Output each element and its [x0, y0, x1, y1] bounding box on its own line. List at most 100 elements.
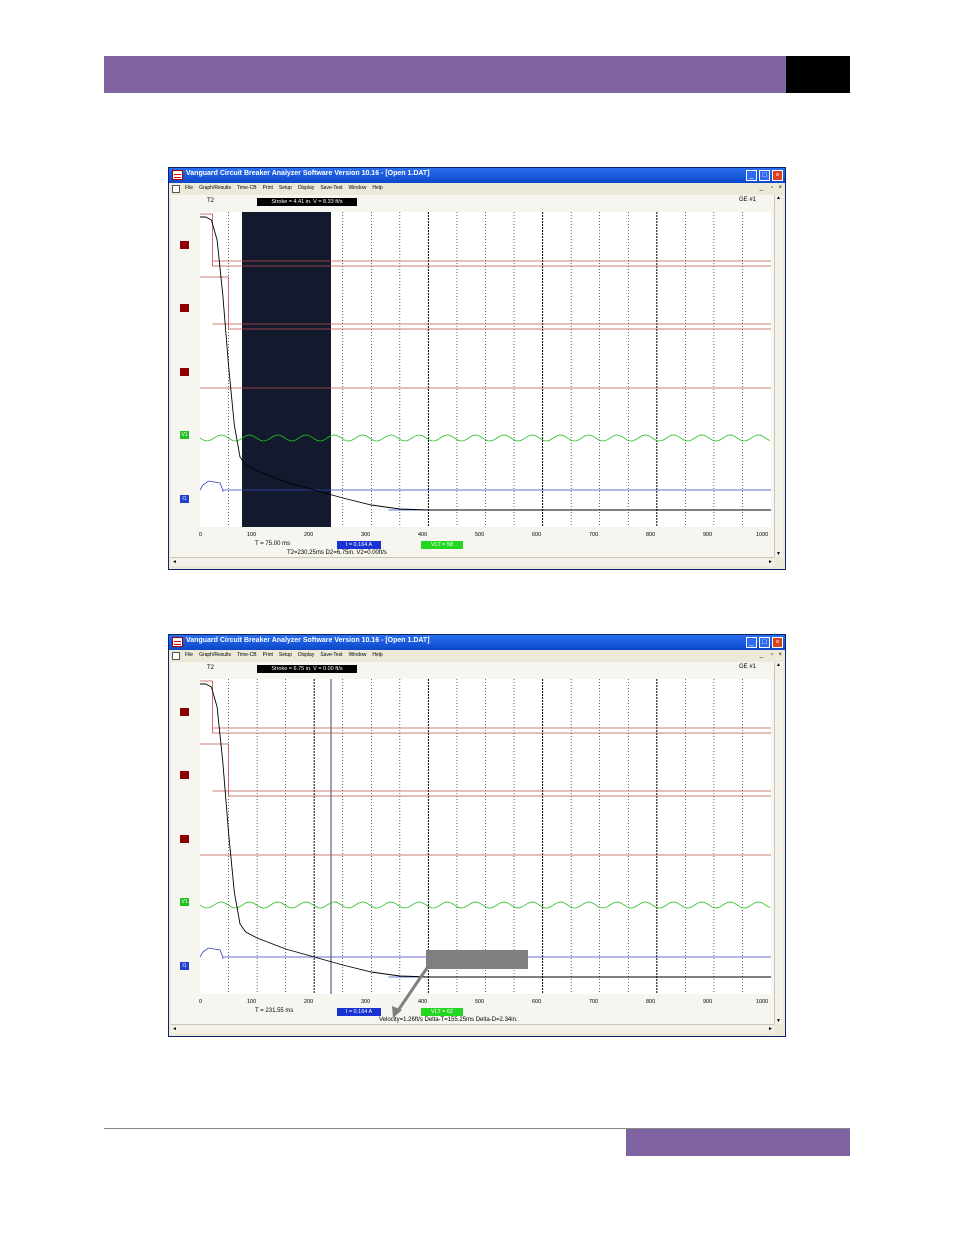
mdi-restore-icon[interactable]: ▫	[771, 185, 773, 191]
mdi-restore-icon[interactable]: ▫	[771, 652, 773, 658]
tick-label: 600	[532, 999, 542, 1005]
tick-label: 0	[199, 532, 203, 538]
mdi-minimize-icon[interactable]: _	[760, 652, 763, 658]
menu-graph-results[interactable]: Graph/Results	[199, 185, 231, 191]
maximize-icon[interactable]: □	[759, 170, 770, 181]
document-icon[interactable]	[172, 652, 180, 660]
menu-print[interactable]: Print	[263, 185, 273, 191]
status-readout: Velocity=1.26ft/s Delta-T=155.25ms Delta…	[379, 1017, 518, 1023]
current-marker[interactable]: I1	[180, 495, 189, 503]
header-page-box	[786, 56, 850, 93]
tick-label: 500	[475, 532, 485, 538]
menu-help[interactable]: Help	[372, 185, 382, 191]
scroll-left-icon[interactable]: ◄	[172, 559, 177, 565]
analyzer-window-1: Vanguard Circuit Breaker Analyzer Softwa…	[168, 167, 786, 570]
plot-area[interactable]: T2 Stroke = 4.41 in. V = 8.33 ft/s GE #1…	[171, 195, 774, 565]
current-marker[interactable]: I1	[180, 962, 189, 970]
header-band	[104, 56, 786, 93]
window-title: Vanguard Circuit Breaker Analyzer Softwa…	[186, 170, 430, 177]
contact-marker-3[interactable]	[180, 368, 189, 376]
menu-setup[interactable]: Setup	[279, 652, 292, 658]
close-icon[interactable]: ×	[772, 637, 783, 648]
scroll-right-icon[interactable]: ►	[768, 559, 773, 565]
scroll-up-icon[interactable]: ▲	[776, 195, 781, 201]
maximize-icon[interactable]: □	[759, 637, 770, 648]
app-icon	[172, 637, 183, 647]
ge-channel-label: GE #1	[738, 664, 756, 670]
t2-label: T2	[207, 198, 215, 204]
velocity-marker[interactable]: V1	[180, 431, 189, 439]
t2-label: T2	[207, 665, 215, 671]
stroke-readout: Stroke = 6.75 in. V = 0.00 ft/s	[257, 665, 357, 673]
tick-label: 0	[199, 999, 203, 1005]
waveform-graph[interactable]	[171, 195, 774, 565]
shaded-time-region	[242, 212, 331, 527]
menu-window[interactable]: Window	[349, 185, 367, 191]
scroll-left-icon[interactable]: ◄	[172, 1026, 177, 1032]
stroke-readout: Stroke = 4.41 in. V = 8.33 ft/s	[257, 198, 357, 206]
title-bar[interactable]: Vanguard Circuit Breaker Analyzer Softwa…	[169, 635, 785, 650]
menu-bar: File Graph/Results Time-CB Print Setup Displa…	[169, 651, 785, 661]
tick-label: 300	[361, 532, 371, 538]
tick-label: 400	[418, 999, 428, 1005]
current-readout: I = 0.164 A	[337, 1008, 381, 1016]
minimize-icon[interactable]: _	[746, 170, 757, 181]
menu-graph-results[interactable]: Graph/Results	[199, 652, 231, 658]
scroll-down-icon[interactable]: ▼	[776, 1018, 781, 1024]
mdi-close-icon[interactable]: ×	[778, 185, 782, 191]
menu-display[interactable]: Display	[298, 185, 314, 191]
tick-label: 1000	[756, 999, 769, 1005]
ge-channel-label: GE #1	[738, 197, 756, 203]
tick-label: 500	[475, 999, 485, 1005]
minimize-icon[interactable]: _	[746, 637, 757, 648]
contact-marker-2[interactable]	[180, 771, 189, 779]
menu-print[interactable]: Print	[263, 652, 273, 658]
tick-label: 800	[646, 999, 656, 1005]
callout-box	[426, 950, 528, 969]
menu-display[interactable]: Display	[298, 652, 314, 658]
tick-label: 200	[304, 999, 314, 1005]
mdi-minimize-icon[interactable]: _	[760, 185, 763, 191]
scroll-right-icon[interactable]: ►	[768, 1026, 773, 1032]
menu-file[interactable]: File	[185, 652, 193, 658]
window-title: Vanguard Circuit Breaker Analyzer Softwa…	[186, 637, 430, 644]
menu-help[interactable]: Help	[372, 652, 382, 658]
voltage-readout: VLT = 58	[421, 541, 463, 549]
waveform-graph[interactable]	[171, 662, 774, 1032]
tick-label: 1000	[756, 532, 769, 538]
menu-time-cb[interactable]: Time-CB	[237, 652, 257, 658]
contact-marker-1[interactable]	[180, 241, 189, 249]
contact-marker-2[interactable]	[180, 304, 189, 312]
scroll-up-icon[interactable]: ▲	[776, 662, 781, 668]
tick-label: 300	[361, 999, 371, 1005]
mdi-close-icon[interactable]: ×	[778, 652, 782, 658]
menu-window[interactable]: Window	[349, 652, 367, 658]
tick-label: 700	[589, 999, 599, 1005]
analyzer-window-2: Vanguard Circuit Breaker Analyzer Softwa…	[168, 634, 786, 1037]
scroll-down-icon[interactable]: ▼	[776, 551, 781, 557]
menu-bar: File Graph/Results Time-CB Print Setup Displa…	[169, 184, 785, 194]
menu-save-test[interactable]: Save-Test	[320, 185, 342, 191]
tick-label: 400	[418, 532, 428, 538]
vertical-scrollbar[interactable]: ▲ ▼	[774, 195, 783, 557]
horizontal-scrollbar[interactable]: ◄ ►	[171, 557, 774, 566]
contact-marker-3[interactable]	[180, 835, 189, 843]
contact-marker-1[interactable]	[180, 708, 189, 716]
tick-label: 600	[532, 532, 542, 538]
menu-setup[interactable]: Setup	[279, 185, 292, 191]
status-readout: T2=230.25ms D2=6.75in. V2=0.00ft/s	[287, 550, 387, 556]
menu-save-test[interactable]: Save-Test	[320, 652, 342, 658]
title-bar[interactable]: Vanguard Circuit Breaker Analyzer Softwa…	[169, 168, 785, 183]
vertical-scrollbar[interactable]: ▲ ▼	[774, 662, 783, 1024]
footer-band	[626, 1129, 850, 1156]
document-icon[interactable]	[172, 185, 180, 193]
horizontal-scrollbar[interactable]: ◄ ►	[171, 1024, 774, 1033]
current-readout: I = 0.164 A	[337, 541, 381, 549]
close-icon[interactable]: ×	[772, 170, 783, 181]
plot-area[interactable]: T2 Stroke = 6.75 in. V = 0.00 ft/s GE #1…	[171, 662, 774, 1032]
velocity-marker[interactable]: V1	[180, 898, 189, 906]
tick-label: 800	[646, 532, 656, 538]
menu-time-cb[interactable]: Time-CB	[237, 185, 257, 191]
tick-label: 100	[247, 999, 257, 1005]
menu-file[interactable]: File	[185, 185, 193, 191]
